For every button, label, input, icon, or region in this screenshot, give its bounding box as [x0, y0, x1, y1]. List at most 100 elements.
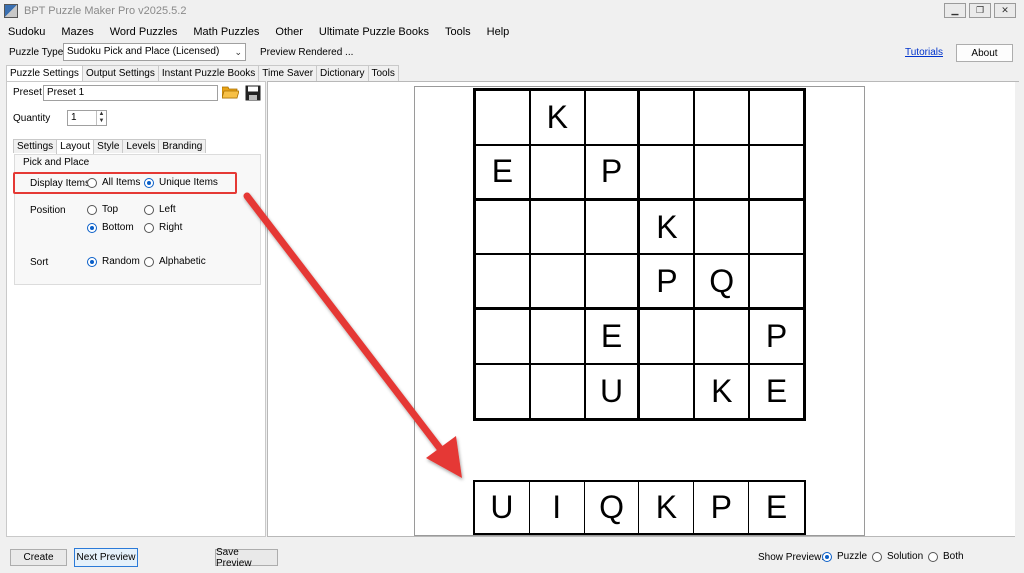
radio-alphabetic[interactable]: Alphabetic — [144, 256, 206, 267]
grid-cell — [475, 254, 530, 310]
tab-settings[interactable]: Settings — [13, 139, 58, 153]
item-bank-cell: I — [530, 482, 585, 533]
grid-cell — [694, 90, 750, 145]
puzzle-type-select[interactable]: Sudoku Pick and Place (Licensed) ⌄ — [63, 43, 246, 61]
radio-all-items[interactable]: All Items — [87, 177, 140, 188]
grid-cell: U — [584, 364, 640, 419]
grid-cell: P — [639, 254, 695, 310]
tab-puzzle-settings[interactable]: Puzzle Settings — [6, 65, 83, 82]
puzzle-type-value: Sudoku Pick and Place (Licensed) — [67, 46, 220, 57]
sudoku-grid: KEPKPQEPUKE — [473, 88, 806, 421]
quantity-value: 1 — [71, 112, 77, 123]
tutorials-link[interactable]: Tutorials — [905, 47, 943, 58]
grid-cell — [475, 364, 530, 419]
save-preview-button[interactable]: Save Preview — [215, 547, 278, 569]
about-button[interactable]: About — [956, 44, 1013, 62]
footer-bar: Create Next Preview Save Preview Show Pr… — [0, 541, 1024, 573]
puzzle-type-label: Puzzle Type — [9, 47, 64, 58]
grid-cell — [529, 199, 585, 255]
radio-circle-icon — [144, 222, 154, 233]
radio-solution[interactable]: Solution — [872, 551, 923, 562]
maximize-button[interactable]: ❐ — [969, 3, 991, 18]
show-preview-label: Show Preview: — [758, 552, 825, 563]
grid-cell — [694, 199, 750, 255]
menu-sudoku[interactable]: Sudoku — [0, 26, 53, 38]
radio-circle-icon — [144, 204, 154, 215]
radio-random[interactable]: Random — [87, 256, 140, 267]
grid-cell — [584, 254, 640, 310]
grid-cell — [639, 90, 695, 145]
puzzle-type-row: Puzzle Type Sudoku Pick and Place (Licen… — [0, 42, 1024, 64]
tab-tools[interactable]: Tools — [367, 65, 399, 81]
radio-selected-icon — [87, 222, 97, 233]
grid-cell — [475, 90, 530, 145]
preview-panel[interactable]: KEPKPQEPUKE UIQKPE — [267, 81, 1019, 538]
item-bank-cell: Q — [585, 482, 640, 533]
close-button[interactable]: ✕ — [994, 3, 1016, 18]
tab-instant-puzzle-books[interactable]: Instant Puzzle Books — [157, 65, 260, 81]
radio-puzzle[interactable]: Puzzle — [822, 551, 867, 562]
menu-other[interactable]: Other — [267, 26, 311, 38]
radio-selected-icon — [87, 256, 97, 267]
radio-solution-label: Solution — [887, 551, 924, 562]
radio-both[interactable]: Both — [928, 551, 964, 562]
grid-cell — [749, 254, 804, 310]
menu-math-puzzles[interactable]: Math Puzzles — [185, 26, 267, 38]
radio-selected-icon — [144, 177, 154, 188]
tab-time-saver[interactable]: Time Saver — [258, 65, 318, 81]
tab-dictionary[interactable]: Dictionary — [316, 65, 369, 81]
settings-panel: Preset Preset 1 Quantity 1 ▲ ▼ Settings L… — [6, 81, 266, 537]
menu-help[interactable]: Help — [479, 26, 518, 38]
tab-branding[interactable]: Branding — [158, 139, 207, 153]
grid-cell: P — [584, 144, 640, 200]
radio-unique-items-label: Unique Items — [159, 177, 218, 188]
radio-both-label: Both — [943, 551, 964, 562]
menu-word-puzzles[interactable]: Word Puzzles — [102, 26, 186, 38]
menu-tools[interactable]: Tools — [437, 26, 479, 38]
radio-left-label: Left — [159, 204, 176, 215]
settings-sub-tabs: Settings Layout Style Levels Branding — [13, 139, 207, 154]
tab-levels[interactable]: Levels — [122, 139, 160, 153]
spinner-arrows-icon[interactable]: ▲ ▼ — [96, 111, 106, 125]
radio-top-label: Top — [102, 204, 119, 215]
minimize-button[interactable]: ▁ — [944, 3, 966, 18]
display-items-label: Display Items — [30, 178, 91, 189]
position-label: Position — [30, 205, 66, 216]
radio-circle-icon — [87, 204, 97, 215]
tab-output-settings[interactable]: Output Settings — [81, 65, 159, 81]
grid-cell — [584, 199, 640, 255]
grid-cell: E — [475, 144, 530, 200]
preset-label: Preset — [13, 87, 42, 98]
tab-layout[interactable]: Layout — [56, 139, 95, 154]
menu-ultimate-puzzle-books[interactable]: Ultimate Puzzle Books — [311, 26, 437, 38]
grid-cell — [529, 144, 585, 200]
radio-unique-items[interactable]: Unique Items — [144, 177, 218, 188]
grid-cell: P — [749, 309, 804, 365]
group-title: Pick and Place — [23, 157, 90, 168]
item-bank-cell: K — [639, 482, 695, 533]
quantity-stepper[interactable]: 1 ▲ ▼ — [67, 110, 107, 126]
quantity-label: Quantity — [13, 113, 51, 124]
save-icon[interactable] — [245, 85, 261, 101]
grid-cell — [475, 309, 530, 365]
window-title: BPT Puzzle Maker Pro v2025.5.2 — [24, 5, 187, 17]
radio-top[interactable]: Top — [87, 204, 118, 215]
radio-alphabetic-label: Alphabetic — [159, 256, 206, 267]
create-button[interactable]: Create — [10, 549, 67, 566]
grid-cell: Q — [694, 254, 750, 310]
radio-bottom[interactable]: Bottom — [87, 222, 134, 233]
grid-cell — [749, 199, 804, 255]
item-bank-cell: E — [765, 489, 788, 525]
radio-left[interactable]: Left — [144, 204, 176, 215]
radio-right[interactable]: Right — [144, 222, 182, 233]
tab-style[interactable]: Style — [93, 139, 124, 153]
open-folder-icon[interactable] — [222, 85, 239, 99]
radio-circle-icon — [928, 551, 938, 562]
radio-circle-icon — [87, 177, 97, 188]
menu-mazes[interactable]: Mazes — [53, 26, 101, 38]
scrollbar[interactable] — [1015, 82, 1019, 538]
preset-input[interactable]: Preset 1 — [43, 85, 218, 101]
grid-cell — [694, 144, 750, 200]
next-preview-button[interactable]: Next Preview — [74, 548, 138, 567]
chevron-down-icon: ⌄ — [234, 47, 242, 57]
